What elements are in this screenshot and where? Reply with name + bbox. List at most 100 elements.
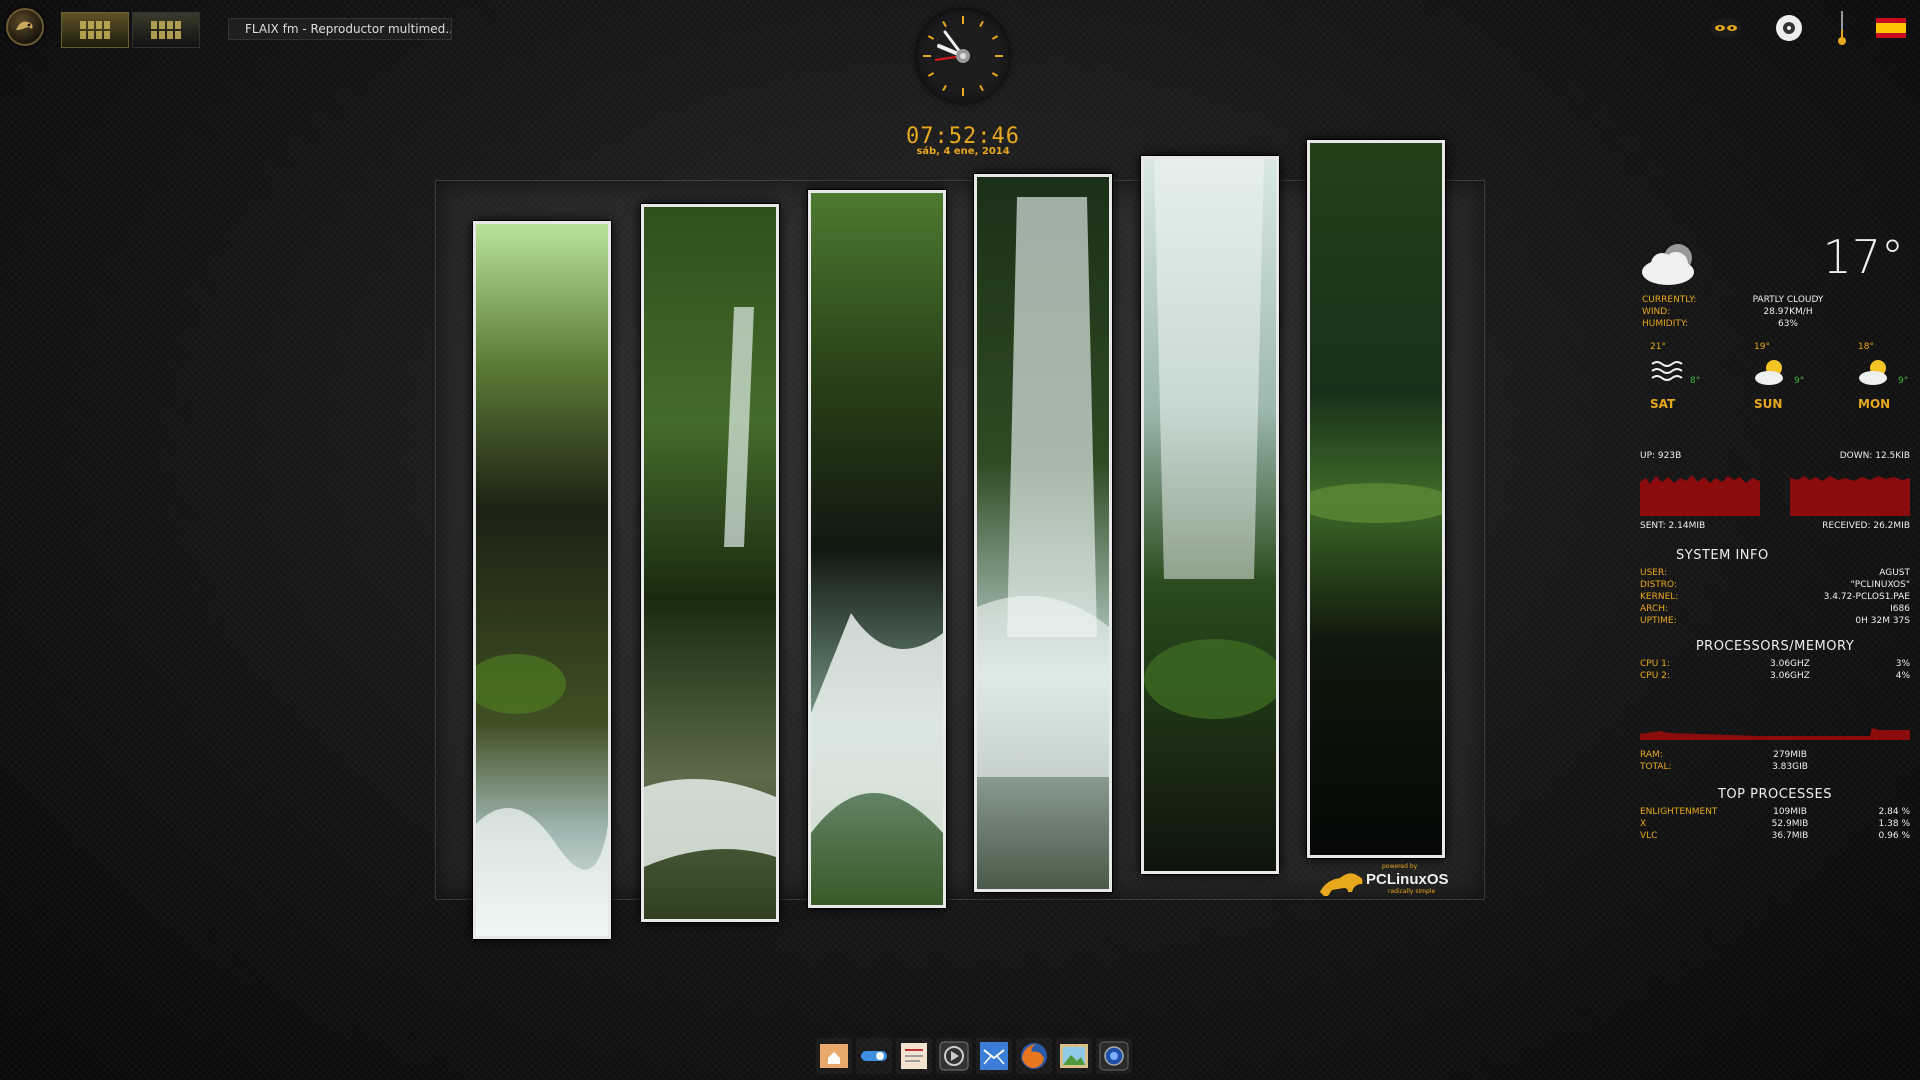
top-processes: TOP PROCESSES ENLIGHTENMENT 109MIB 2.84 … — [1640, 787, 1910, 842]
task-title: FLAIX fm - Reproductor multimed... — [245, 22, 452, 36]
waterfall-panel-6 — [1307, 140, 1445, 858]
forecast-high: 21° — [1650, 342, 1666, 352]
cpu-usage: 4% — [1895, 671, 1910, 681]
enlightenment-menu-icon — [16, 21, 33, 30]
sysinfo-value: AGUST — [1879, 568, 1910, 578]
forecast-day: 21° 8° SAT — [1650, 342, 1710, 411]
waterfall-panel-2 — [641, 204, 779, 922]
mail-icon — [980, 1042, 1008, 1070]
process-cpu: 2.84 % — [1878, 807, 1910, 817]
top-processes-title: TOP PROCESSES — [1717, 787, 1832, 802]
taskbar-window-flaix[interactable]: FLAIX fm - Reproductor multimed... — [228, 18, 452, 40]
dock-image-viewer[interactable] — [1056, 1038, 1092, 1074]
download-graph — [1790, 476, 1910, 516]
dock-screenshot[interactable] — [1096, 1038, 1132, 1074]
processors-memory: PROCESSORS/MEMORY CPU 1: 3.06GHZ 3% CPU … — [1640, 639, 1910, 773]
system-info-title: SYSTEM INFO — [1676, 548, 1769, 563]
humidity-label: HUMIDITY: — [1642, 319, 1689, 329]
upload-rate: UP: 923B — [1640, 451, 1682, 461]
partly-cloudy-icon — [1642, 244, 1694, 285]
screenshot-icon — [1099, 1041, 1129, 1071]
digital-clock-date: sáb, 4 ene, 2014 — [916, 146, 1010, 157]
total-ram-label: TOTAL: — [1640, 762, 1672, 772]
cpu-label: CPU 2: — [1640, 671, 1670, 681]
dock-mail[interactable] — [976, 1038, 1012, 1074]
dock-media-player[interactable] — [936, 1038, 972, 1074]
eyes-icon[interactable] — [1710, 12, 1742, 44]
forecast-day: 19° 9° SUN — [1754, 342, 1814, 411]
processors-title: PROCESSORS/MEMORY — [1695, 639, 1855, 654]
cpu-frequency: 3.06GHZ — [1770, 659, 1810, 669]
forecast-high: 18° — [1858, 342, 1874, 352]
waterfall-panel-3 — [808, 190, 946, 908]
disc-icon[interactable] — [1773, 12, 1805, 44]
waterfall-panel-5 — [1141, 156, 1279, 874]
sysinfo-label: DISTRO: — [1640, 580, 1678, 590]
sysinfo-value: I686 — [1890, 604, 1910, 614]
total-ram-value: 3.83GIB — [1772, 762, 1808, 772]
humidity-value: 63% — [1777, 319, 1798, 329]
process-name: ENLIGHTENMENT — [1640, 807, 1718, 817]
process-memory: 52.9MIB — [1771, 819, 1809, 829]
received-total: RECEIVED: 26.2MIB — [1822, 521, 1910, 531]
dock-settings-toggle[interactable] — [856, 1038, 892, 1074]
process-cpu: 0.96 % — [1878, 831, 1910, 841]
system-info: SYSTEM INFO USER: AGUST DISTRO: "PCLINUXOS… — [1640, 548, 1910, 627]
pager-desktop-1[interactable] — [61, 12, 129, 48]
forecast-low: 8° — [1690, 376, 1701, 386]
partly-sunny-icon — [1859, 360, 1887, 385]
clock-face-icon — [923, 16, 1003, 96]
cpu-graph — [1640, 728, 1910, 740]
waterfall-panel-1 — [473, 221, 611, 939]
currently-value: PARTLY CLOUDY — [1752, 295, 1824, 305]
settings-toggle-icon — [861, 1051, 887, 1061]
download-rate: DOWN: 12.5KIB — [1839, 451, 1910, 461]
cpu-usage: 3% — [1895, 659, 1910, 669]
dock-firefox[interactable] — [1016, 1038, 1052, 1074]
cpu-frequency: 3.06GHZ — [1770, 671, 1810, 681]
system-monitor-panel: 17° CURRENTLY: PARTLY CLOUDY WIND: 28.97… — [1640, 230, 1910, 842]
forecast-day: 18° 9° MON — [1858, 342, 1918, 411]
analog-clock — [917, 10, 1009, 102]
sysinfo-label: UPTIME: — [1640, 616, 1677, 626]
forecast-low: 9° — [1898, 376, 1909, 386]
start-menu-button[interactable] — [6, 8, 44, 46]
fog-icon — [1651, 361, 1683, 381]
currently-label: CURRENTLY: — [1642, 295, 1697, 305]
pager-desktop-2[interactable] — [132, 12, 200, 48]
forecast-low: 9° — [1794, 376, 1805, 386]
dock-text-editor[interactable] — [896, 1038, 932, 1074]
spain-flag-icon[interactable] — [1875, 12, 1907, 44]
wind-label: WIND: — [1642, 307, 1671, 317]
waterfall-panel-4 — [974, 174, 1112, 892]
application-dock — [816, 1038, 1132, 1074]
forecast-day-label: SAT — [1650, 397, 1676, 411]
upload-graph — [1640, 475, 1760, 516]
process-cpu: 1.38 % — [1878, 819, 1910, 829]
ram-value: 279MIB — [1773, 750, 1807, 760]
dock-home-folder[interactable] — [816, 1038, 852, 1074]
pclinuxos-logo: powered by PCLinuxOS radically simple — [1318, 862, 1449, 898]
image-viewer-icon — [1060, 1044, 1088, 1068]
sysinfo-label: ARCH: — [1640, 604, 1669, 614]
firefox-icon — [1021, 1043, 1047, 1069]
weather-current: 17° CURRENTLY: PARTLY CLOUDY WIND: 28.97… — [1640, 230, 1910, 330]
sysinfo-value: 3.4.72-PCLOS1.PAE — [1823, 592, 1910, 602]
sysinfo-value: "PCLINUXOS" — [1850, 580, 1910, 590]
ram-label: RAM: — [1640, 750, 1663, 760]
forecast-day-label: MON — [1858, 397, 1891, 411]
partly-sunny-icon — [1755, 360, 1783, 385]
weather-forecast: 21° 8° SAT 19° 9° SUN 18° 9° MON — [1640, 342, 1910, 442]
network-monitor: UP: 923B DOWN: 12.5KIB SENT: 2.14MIB REC… — [1640, 450, 1910, 532]
forecast-day-label: SUN — [1754, 397, 1783, 411]
wind-value: 28.97KM/H — [1763, 307, 1813, 317]
process-name: X — [1640, 819, 1647, 829]
process-name: VLC — [1640, 831, 1658, 841]
sysinfo-value: 0H 32M 37S — [1855, 616, 1910, 626]
process-memory: 109MIB — [1773, 807, 1807, 817]
sysinfo-label: KERNEL: — [1640, 592, 1679, 602]
sysinfo-label: USER: — [1640, 568, 1667, 578]
sent-total: SENT: 2.14MIB — [1640, 521, 1706, 531]
thermometer-icon[interactable] — [1826, 11, 1858, 45]
cpu-label: CPU 1: — [1640, 659, 1670, 669]
